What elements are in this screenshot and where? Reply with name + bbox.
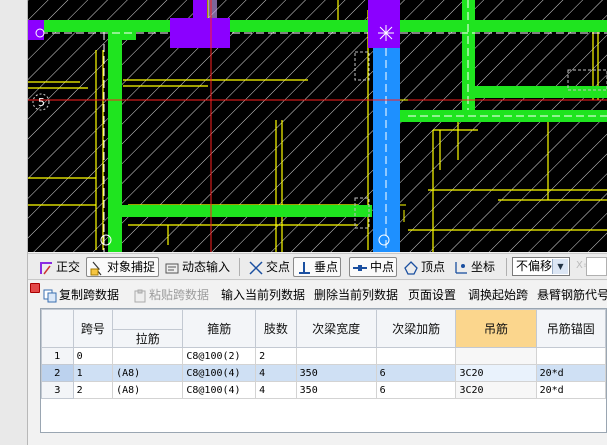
cell-anchor[interactable]: 20*d [535, 381, 606, 399]
delete-column-button[interactable]: 删除当前列数据 [314, 287, 398, 303]
cell-width[interactable] [295, 347, 377, 365]
cell-stirrup[interactable]: C8@100(2) [182, 347, 257, 365]
offset-select[interactable]: 不偏移 ▼ [512, 257, 570, 276]
snap-toolbar: 正交 对象捕捉 动态输入 交点 垂点 中点 顶点 坐标 不偏移 ▼ X= [28, 253, 607, 280]
table-row[interactable]: 2 1 (A8) C8@100(4) 4 350 6 3C20 20*d [41, 364, 606, 382]
object-snap-label: 对象捕捉 [107, 260, 156, 274]
cell-tie[interactable]: (A8) [112, 364, 184, 382]
close-icon[interactable] [30, 283, 40, 293]
dynamic-input-label: 动态输入 [182, 260, 231, 274]
corner-cell [41, 309, 74, 348]
ortho-button[interactable]: 正交 [38, 257, 80, 277]
column-highlight [208, 0, 217, 18]
cell-tie[interactable] [112, 347, 184, 365]
swap-start-button[interactable]: 调换起始跨 [468, 287, 528, 303]
separator [239, 258, 240, 276]
cell-span[interactable]: 2 [72, 381, 114, 399]
cell-hanger[interactable]: 3C20 [455, 381, 537, 399]
header-stirrup[interactable]: 箍筋 [182, 309, 257, 348]
cell-stirrup[interactable]: C8@100(4) [182, 364, 257, 382]
coordinate-label: 坐标 [471, 260, 496, 274]
cell-width[interactable]: 350 [295, 381, 377, 399]
copy-span-button[interactable]: 复制跨数据 [43, 287, 119, 303]
midpoint-label: 中点 [370, 260, 395, 274]
dynamic-input-button[interactable]: 动态输入 [164, 257, 230, 277]
crosshair-cursor-icon [378, 25, 394, 41]
separator [506, 258, 507, 276]
cad-drawing: 5 [28, 0, 607, 252]
input-column-button[interactable]: 输入当前列数据 [221, 287, 305, 303]
copy-span-label: 复制跨数据 [59, 288, 120, 302]
table-row[interactable]: 3 2 (A8) C8@100(4) 4 350 6 3C20 20*d [41, 381, 606, 399]
cantilever-button[interactable]: 悬臂钢筋代号 [537, 287, 607, 303]
header-span[interactable]: 跨号 [72, 309, 114, 348]
cell-add[interactable] [375, 347, 457, 365]
cell-hanger[interactable] [455, 347, 537, 365]
x-coordinate-input[interactable] [586, 257, 607, 276]
header-width[interactable]: 次梁宽度 [295, 309, 377, 348]
cell-add[interactable]: 6 [375, 364, 457, 382]
page-setup-button[interactable]: 页面设置 [408, 287, 456, 303]
cell-hanger[interactable]: 3C20 [455, 364, 537, 382]
cell-stirrup[interactable]: C8@100(4) [182, 381, 257, 399]
cell-legs[interactable]: 4 [255, 364, 297, 382]
coordinate-icon [453, 260, 469, 276]
cell-span[interactable]: 0 [72, 347, 114, 365]
row-number[interactable]: 3 [41, 381, 74, 399]
cell-span[interactable]: 1 [72, 364, 114, 382]
paste-span-button[interactable]: 粘贴跨数据 [133, 287, 209, 303]
copy-icon [43, 289, 57, 303]
span-data-panel: 复制跨数据 粘贴跨数据 输入当前列数据 删除当前列数据 页面设置 调换起始跨 悬… [28, 281, 607, 445]
chevron-down-icon[interactable]: ▼ [552, 259, 568, 274]
perpendicular-icon [296, 260, 312, 276]
snap-icon [89, 260, 105, 276]
ortho-icon [38, 260, 54, 276]
header-legs[interactable]: 肢数 [255, 309, 297, 348]
intersection-icon [248, 260, 264, 276]
paste-icon [133, 289, 147, 303]
cell-anchor[interactable]: 20*d [535, 364, 606, 382]
span-data-table: 跨号 箍筋 肢数 次梁宽度 次梁加筋 吊筋 吊筋锚固 拉筋 1 0 C8@100… [40, 308, 607, 433]
offset-value: 不偏移 [516, 259, 553, 273]
left-toolbar [0, 0, 28, 445]
drawing-canvas[interactable]: 5 [28, 0, 607, 252]
table-row[interactable]: 1 0 C8@100(2) 2 [41, 347, 606, 365]
vertex-icon [403, 260, 419, 276]
perpendicular-label: 垂点 [314, 260, 339, 274]
cell-anchor[interactable] [535, 347, 606, 365]
header-anchor[interactable]: 吊筋锚固 [535, 309, 606, 348]
intersection-label: 交点 [266, 260, 291, 274]
dynamic-input-icon [164, 260, 180, 276]
ortho-label: 正交 [56, 260, 81, 274]
vertex-label: 顶点 [421, 260, 446, 274]
paste-span-label: 粘贴跨数据 [149, 288, 210, 302]
cell-width[interactable]: 350 [295, 364, 377, 382]
cell-add[interactable]: 6 [375, 381, 457, 399]
midpoint-button[interactable]: 中点 [349, 257, 398, 277]
cell-tie[interactable]: (A8) [112, 381, 184, 399]
row-number[interactable]: 2 [41, 364, 74, 382]
header-hanger[interactable]: 吊筋 [455, 309, 537, 348]
cell-legs[interactable]: 4 [255, 381, 297, 399]
object-snap-button[interactable]: 对象捕捉 [86, 257, 160, 277]
coordinate-button[interactable]: 坐标 [453, 257, 495, 277]
axis-label: 5 [38, 96, 45, 109]
header-add[interactable]: 次梁加筋 [375, 309, 457, 348]
vertex-button[interactable]: 顶点 [403, 257, 445, 277]
midpoint-icon [352, 260, 368, 276]
header-tie[interactable]: 拉筋 [112, 329, 184, 348]
intersection-button[interactable]: 交点 [248, 257, 290, 277]
perpendicular-button[interactable]: 垂点 [293, 257, 342, 277]
cell-legs[interactable]: 2 [255, 347, 297, 365]
header-spacer [112, 309, 184, 330]
row-number[interactable]: 1 [41, 347, 74, 365]
